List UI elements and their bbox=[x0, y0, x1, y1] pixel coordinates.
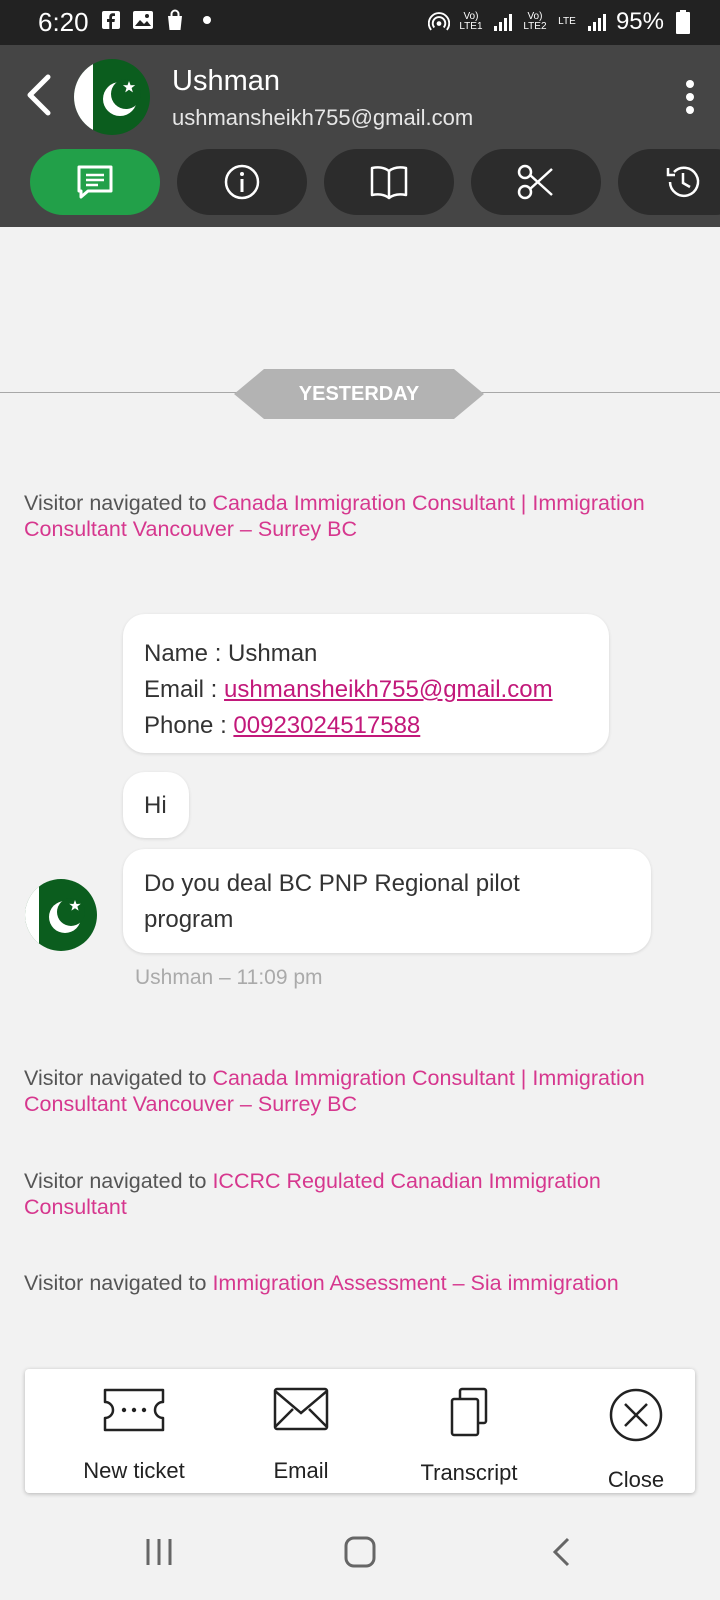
transcript-label: Transcript bbox=[420, 1460, 518, 1485]
back-button[interactable] bbox=[20, 73, 60, 117]
system-back-button[interactable] bbox=[550, 1536, 572, 1573]
visitor-navigation-event: Visitor navigated to ICCRC Regulated Can… bbox=[24, 1168, 694, 1220]
back-arrow-icon bbox=[27, 74, 51, 116]
new-ticket-button[interactable]: New ticket bbox=[54, 1369, 214, 1493]
recent-apps-button[interactable] bbox=[144, 1536, 174, 1573]
lte2-label: Vo) LTE2 bbox=[523, 11, 547, 32]
nav-link[interactable]: Immigration Assessment – Sia immigration bbox=[212, 1271, 618, 1295]
book-icon bbox=[370, 166, 408, 200]
message-text: Do you deal BC PNP Regional pilot progra… bbox=[144, 870, 520, 933]
message-bubble: Hi bbox=[123, 772, 189, 838]
phone-label: Phone : bbox=[144, 712, 227, 739]
message-meta: Ushman – 11:09 pm bbox=[135, 966, 323, 989]
close-chat-button[interactable]: Close bbox=[556, 1369, 716, 1493]
tab-history[interactable] bbox=[618, 149, 720, 215]
home-icon bbox=[344, 1536, 376, 1568]
info-phone-row: Phone : 00923024517588 bbox=[144, 708, 553, 744]
action-bar: New ticket Email Transcript Close bbox=[25, 1369, 695, 1493]
mail-icon bbox=[273, 1387, 329, 1431]
contact-name: Ushman bbox=[172, 65, 280, 97]
email-link[interactable]: ushmansheikh755@gmail.com bbox=[224, 676, 553, 703]
back-chevron-icon bbox=[552, 1537, 570, 1567]
copy-icon bbox=[450, 1387, 488, 1437]
chat-header: Ushman ushmansheikh755@gmail.com bbox=[0, 45, 720, 227]
message-bubble: Do you deal BC PNP Regional pilot progra… bbox=[123, 849, 651, 953]
email-label: Email : bbox=[144, 676, 218, 703]
more-vert-icon bbox=[686, 80, 694, 114]
chat-icon bbox=[77, 165, 113, 199]
tab-canned[interactable] bbox=[471, 149, 601, 215]
visitor-navigation-event: Visitor navigated to Immigration Assessm… bbox=[24, 1270, 694, 1296]
home-button[interactable] bbox=[344, 1536, 376, 1573]
transcript-button[interactable]: Transcript bbox=[389, 1369, 549, 1493]
status-bar: 6:20 Vo) LTE1 Vo) LTE2 LTE 95% bbox=[0, 0, 720, 45]
tab-knowledge[interactable] bbox=[324, 149, 454, 215]
nav-prefix: Visitor navigated to bbox=[24, 1066, 207, 1090]
contact-email: ushmansheikh755@gmail.com bbox=[172, 105, 474, 130]
visitor-navigation-event: Visitor navigated to Canada Immigration … bbox=[24, 490, 694, 542]
tab-chat[interactable] bbox=[30, 149, 160, 215]
nav-prefix: Visitor navigated to bbox=[24, 1169, 207, 1193]
nav-prefix: Visitor navigated to bbox=[24, 1271, 207, 1295]
pakistan-flag-icon bbox=[25, 879, 97, 951]
recents-icon bbox=[146, 1539, 172, 1565]
tab-bar bbox=[0, 149, 720, 215]
lte1-label: Vo) LTE1 bbox=[459, 11, 483, 32]
day-separator: YESTERDAY bbox=[234, 369, 484, 419]
system-nav-bar bbox=[0, 1510, 720, 1600]
phone-link[interactable]: 00923024517588 bbox=[233, 712, 420, 739]
signal-icon bbox=[586, 11, 608, 33]
info-icon bbox=[224, 164, 260, 200]
history-icon bbox=[666, 166, 700, 198]
ticket-icon bbox=[103, 1388, 165, 1432]
shopping-bag-icon bbox=[164, 9, 186, 31]
tab-info[interactable] bbox=[177, 149, 307, 215]
avatar bbox=[25, 879, 97, 951]
avatar[interactable] bbox=[74, 59, 150, 135]
name-label: Name : bbox=[144, 640, 222, 667]
hotspot-icon bbox=[427, 11, 450, 33]
dot-icon bbox=[196, 9, 218, 31]
lte-label: LTE bbox=[558, 16, 576, 27]
system-icons: Vo) LTE1 Vo) LTE2 LTE 95% bbox=[427, 8, 694, 36]
scissors-icon bbox=[517, 164, 553, 200]
battery-percent: 95% bbox=[615, 8, 664, 35]
new-ticket-label: New ticket bbox=[83, 1458, 185, 1483]
email-button[interactable]: Email bbox=[221, 1369, 381, 1493]
info-name-row: Name : Ushman bbox=[144, 636, 553, 672]
visitor-navigation-event: Visitor navigated to Canada Immigration … bbox=[24, 1065, 694, 1117]
notification-icons bbox=[100, 9, 218, 31]
visitor-info-card: Name : Ushman Email : ushmansheikh755@gm… bbox=[123, 614, 609, 753]
email-label: Email bbox=[273, 1458, 329, 1483]
battery-icon bbox=[672, 10, 694, 34]
facebook-icon bbox=[100, 9, 122, 31]
close-circle-icon bbox=[609, 1388, 663, 1442]
close-label: Close bbox=[607, 1467, 665, 1492]
name-value: Ushman bbox=[228, 640, 318, 667]
nav-prefix: Visitor navigated to bbox=[24, 491, 207, 515]
signal-icon bbox=[492, 11, 514, 33]
status-time: 6:20 bbox=[38, 7, 89, 37]
gallery-icon bbox=[132, 9, 154, 31]
more-menu-button[interactable] bbox=[682, 79, 698, 115]
pakistan-flag-icon bbox=[74, 59, 150, 135]
info-email-row: Email : ushmansheikh755@gmail.com bbox=[144, 672, 553, 708]
message-text: Hi bbox=[144, 792, 167, 819]
